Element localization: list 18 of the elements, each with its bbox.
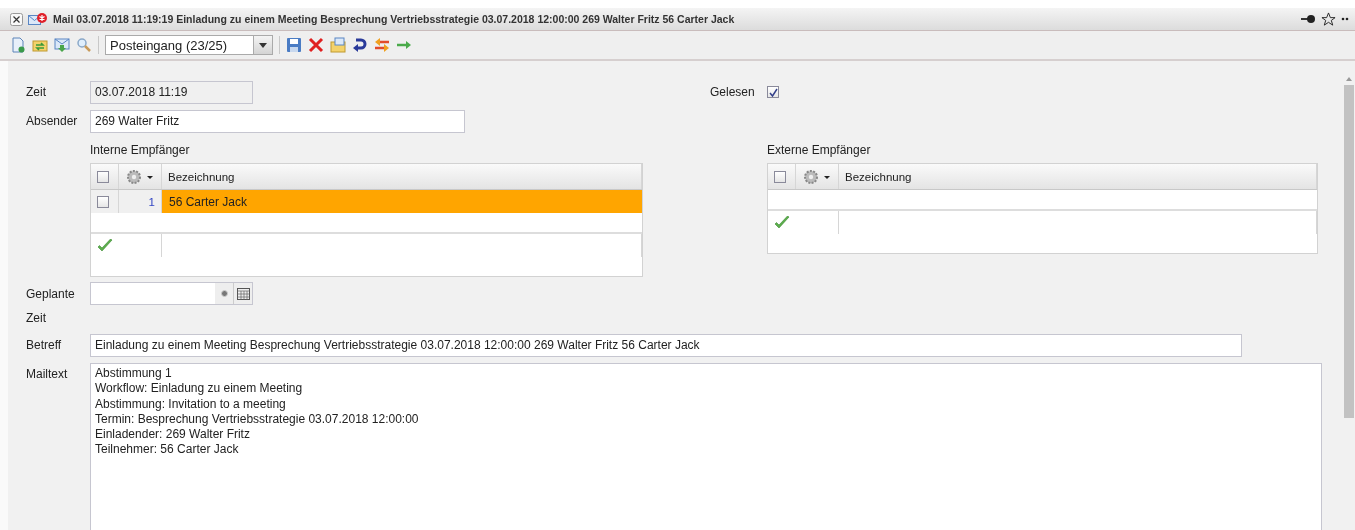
sender-field[interactable]: 269 Walter Fritz — [90, 110, 465, 133]
row-number: 1 — [148, 195, 155, 208]
field-label: Absender — [26, 113, 79, 128]
mailtext-field[interactable]: Abstimmung 1 Workflow: Einladung zu einem Meeting Abstimmung: Invitation to a meeting Termin: Besprechung Vertriebsstrategie 03.07.2018 12:00:00 Einladender: 269 Walter Fritz Teilnehmer: 56 Carter Jack — [90, 363, 1322, 530]
field-label: Zeit — [26, 84, 47, 99]
field-label: Geplante Zeit — [26, 286, 76, 327]
recipient-cell[interactable]: 56 Carter Jack — [162, 190, 642, 213]
section-label: Externe Empfänger — [767, 142, 872, 159]
column-header[interactable]: Bezeichnung — [845, 170, 912, 183]
window-title: Mail 03.07.2018 11:19:19 Einladung zu einem Meeting Besprechung Vertriebsstrategie 03.07.2018 12:00:00 269 Walter Fritz 56 Carter Jack — [53, 13, 736, 25]
section-label: Interne Empfänger — [90, 142, 191, 159]
column-header[interactable]: Bezeichnung — [168, 170, 235, 183]
time-field: 03.07.2018 11:19 — [90, 81, 253, 104]
field-label: Betreff — [26, 337, 63, 352]
subject-field[interactable]: Einladung zu einem Meeting Besprechung Vertriebsstrategie 03.07.2018 12:00:00 269 Walter Fritz 56 Carter Jack — [90, 334, 1242, 357]
field-label: Gelesen — [710, 84, 756, 99]
folder-dropdown[interactable]: Posteingang (23/25) — [105, 35, 273, 55]
field-label: Mailtext — [26, 366, 69, 381]
